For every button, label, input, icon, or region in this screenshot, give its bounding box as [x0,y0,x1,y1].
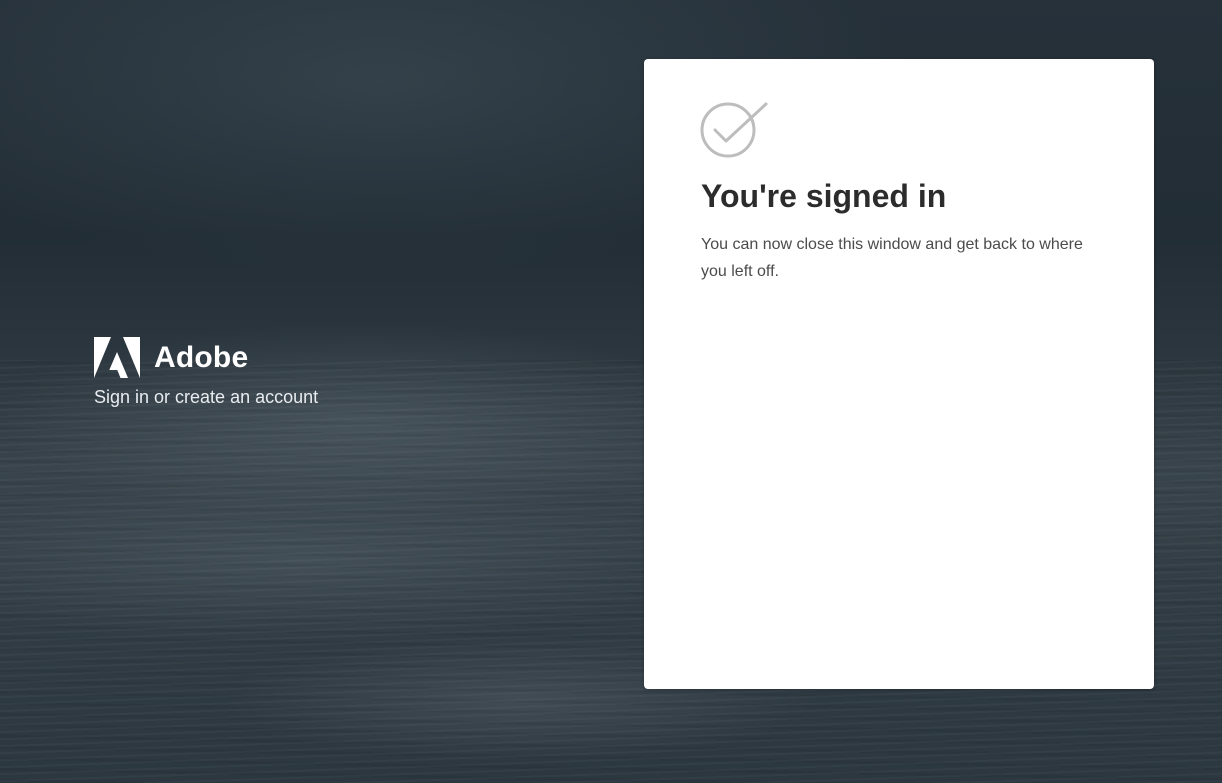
brand-name: Adobe [154,341,249,374]
adobe-logo-icon [94,337,140,378]
brand-panel: Adobe Sign in or create an account [94,337,318,408]
brand-tagline: Sign in or create an account [94,387,319,407]
checkmark-circle-icon [700,102,768,158]
sign-in-status-card: You're signed in You can now close this … [644,59,1154,689]
page-title: You're signed in [701,178,947,214]
status-message: You can now close this window and get ba… [701,236,1083,280]
brand-header: Adobe [94,337,318,378]
